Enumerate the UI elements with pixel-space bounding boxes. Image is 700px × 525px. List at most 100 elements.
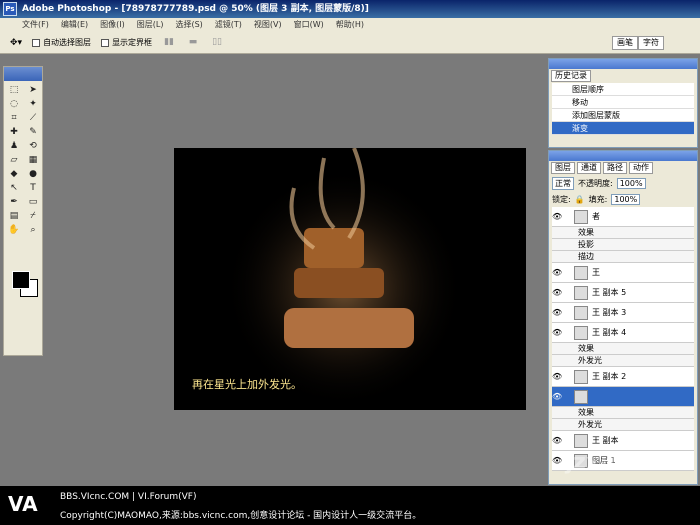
menu-item[interactable]: 编辑(E) <box>55 18 94 32</box>
fill-field[interactable]: 100% <box>611 194 641 205</box>
eraser-tool-icon[interactable]: ▱ <box>5 154 23 167</box>
layer-row[interactable]: 👁 <box>552 387 694 407</box>
layer-name: 王 副本 5 <box>592 288 627 297</box>
menu-item[interactable]: 窗口(W) <box>288 18 330 32</box>
move-tool-icon[interactable]: ➤ <box>24 84 42 97</box>
menu-item[interactable]: 文件(F) <box>16 18 55 32</box>
menu-item[interactable]: 图像(I) <box>94 18 131 32</box>
stamp-tool-icon[interactable]: ♟ <box>5 140 23 153</box>
layer-row[interactable]: 👁 者 <box>552 207 694 227</box>
document-canvas[interactable]: 再在星光上加外发光。 <box>174 148 526 410</box>
eye-icon[interactable]: 👁 <box>552 456 562 465</box>
opacity-field[interactable]: 100% <box>616 178 646 189</box>
layer-name: 王 副本 4 <box>592 328 627 337</box>
menu-bar: 文件(F) 编辑(E) 图像(I) 图层(L) 选择(S) 滤镜(T) 视图(V) 窗口(W)… <box>0 18 700 32</box>
history-item[interactable]: 渐变 <box>552 122 694 135</box>
blend-mode-select[interactable]: 正常 <box>552 177 574 190</box>
canvas-caption: 再在星光上加外发光。 <box>192 378 302 391</box>
hand-tool-icon[interactable]: ✋ <box>5 224 23 237</box>
layer-name: 效果 <box>578 228 594 237</box>
blur-tool-icon[interactable]: ◆ <box>5 168 23 181</box>
layer-name: 描边 <box>578 252 594 261</box>
lasso-tool-icon[interactable]: ◌ <box>5 98 23 111</box>
layer-effect-row[interactable]: 效果 <box>552 227 694 239</box>
fill-label: 填充: <box>588 195 608 204</box>
eye-icon[interactable]: 👁 <box>552 308 562 317</box>
eye-icon[interactable]: 👁 <box>552 288 562 297</box>
layer-thumbnail <box>574 433 588 448</box>
layer-thumbnail <box>574 305 588 320</box>
layer-row[interactable]: 👁 王 副本 <box>552 431 694 451</box>
footer-line1: BBS.VIcnc.COM | VI.Forum(VF) <box>60 492 197 502</box>
move-tool-icon[interactable]: ✥▾ <box>10 38 22 48</box>
tab-character[interactable]: 字符 <box>638 36 664 50</box>
lock-label: 锁定: <box>552 195 571 204</box>
layer-effect-row[interactable]: 效果 <box>552 343 694 355</box>
footer-banner: VA BBS.VIcnc.COM | VI.Forum(VF) Copyrigh… <box>0 486 700 525</box>
history-item[interactable]: 移动 <box>552 96 694 109</box>
foreground-color-swatch[interactable] <box>12 271 30 289</box>
tab-2[interactable]: 路径 <box>603 162 627 174</box>
menu-item[interactable]: 视图(V) <box>248 18 288 32</box>
eyedropper-icon[interactable]: ⌿ <box>24 210 42 223</box>
tab-0[interactable]: 图层 <box>551 162 575 174</box>
eye-icon[interactable]: 👁 <box>552 212 562 221</box>
layer-name: 外发光 <box>578 356 602 365</box>
shape-tool-icon[interactable]: ▭ <box>24 196 42 209</box>
layer-row[interactable]: 👁 王 副本 5 <box>552 283 694 303</box>
align-icon[interactable]: ▮▮ <box>162 37 176 49</box>
eye-icon[interactable]: 👁 <box>552 268 562 277</box>
distribute-icon[interactable]: ▯▯ <box>210 37 224 49</box>
type-tool-icon[interactable]: T <box>24 182 42 195</box>
tab-brushes[interactable]: 画笔 <box>612 36 638 50</box>
menu-item[interactable]: 滤镜(T) <box>209 18 248 32</box>
layer-thumbnail <box>574 325 588 340</box>
brush-tool-icon[interactable]: ✎ <box>24 126 42 139</box>
magic-wand-icon[interactable]: ✦ <box>24 98 42 111</box>
layer-effect-row[interactable]: 投影 <box>552 239 694 251</box>
layer-row[interactable]: 👁 王 副本 2 <box>552 367 694 387</box>
eye-icon[interactable]: 👁 <box>552 372 562 381</box>
healing-brush-icon[interactable]: ✚ <box>5 126 23 139</box>
notes-tool-icon[interactable]: ▤ <box>5 210 23 223</box>
history-panel: 历史记录 图层顺序 移动 添加图层蒙版 渐变 <box>548 58 698 148</box>
layer-name: 投影 <box>578 240 594 249</box>
layer-row[interactable]: 👁 王 副本 3 <box>552 303 694 323</box>
palette-well: 画笔 字符 <box>612 36 664 50</box>
layer-effect-row[interactable]: 外发光 <box>552 355 694 367</box>
artwork-image <box>224 148 464 408</box>
path-select-icon[interactable]: ↖ <box>5 182 23 195</box>
dodge-tool-icon[interactable]: ● <box>24 168 42 181</box>
layer-name: 王 副本 3 <box>592 308 627 317</box>
toolbox-header <box>4 67 42 81</box>
tab-1[interactable]: 通道 <box>577 162 601 174</box>
history-item[interactable]: 添加图层蒙版 <box>552 109 694 122</box>
eye-icon[interactable]: 👁 <box>552 328 562 337</box>
auto-select-checkbox[interactable]: 自动选择图层 <box>32 37 91 48</box>
menu-item[interactable]: 帮助(H) <box>330 18 370 32</box>
lock-icon[interactable]: 🔒 <box>575 195 585 204</box>
layer-effect-row[interactable]: 描边 <box>552 251 694 263</box>
layer-row[interactable]: 👁 王 副本 4 <box>552 323 694 343</box>
eye-icon[interactable]: 👁 <box>552 436 562 445</box>
marquee-tool-icon[interactable]: ⬚ <box>5 84 23 97</box>
align-icon[interactable]: ▬ <box>186 37 200 49</box>
show-bounds-checkbox[interactable]: 显示定界框 <box>101 37 152 48</box>
layer-thumbnail <box>574 285 588 300</box>
layer-effect-row[interactable]: 效果 <box>552 407 694 419</box>
tab-history[interactable]: 历史记录 <box>551 70 591 82</box>
layer-row[interactable]: 👁 王 <box>552 263 694 283</box>
slice-tool-icon[interactable]: ⟋ <box>24 112 42 125</box>
menu-item[interactable]: 选择(S) <box>169 18 208 32</box>
history-item[interactable]: 图层顺序 <box>552 83 694 96</box>
zoom-tool-icon[interactable]: ⌕ <box>24 224 42 237</box>
history-brush-icon[interactable]: ⟲ <box>24 140 42 153</box>
crop-tool-icon[interactable]: ⌗ <box>5 112 23 125</box>
layer-effect-row[interactable]: 外发光 <box>552 419 694 431</box>
pen-tool-icon[interactable]: ✒ <box>5 196 23 209</box>
eye-icon[interactable]: 👁 <box>552 392 562 401</box>
layer-thumbnail <box>574 265 588 280</box>
tab-3[interactable]: 动作 <box>629 162 653 174</box>
menu-item[interactable]: 图层(L) <box>131 18 170 32</box>
gradient-tool-icon[interactable]: ▦ <box>24 154 42 167</box>
